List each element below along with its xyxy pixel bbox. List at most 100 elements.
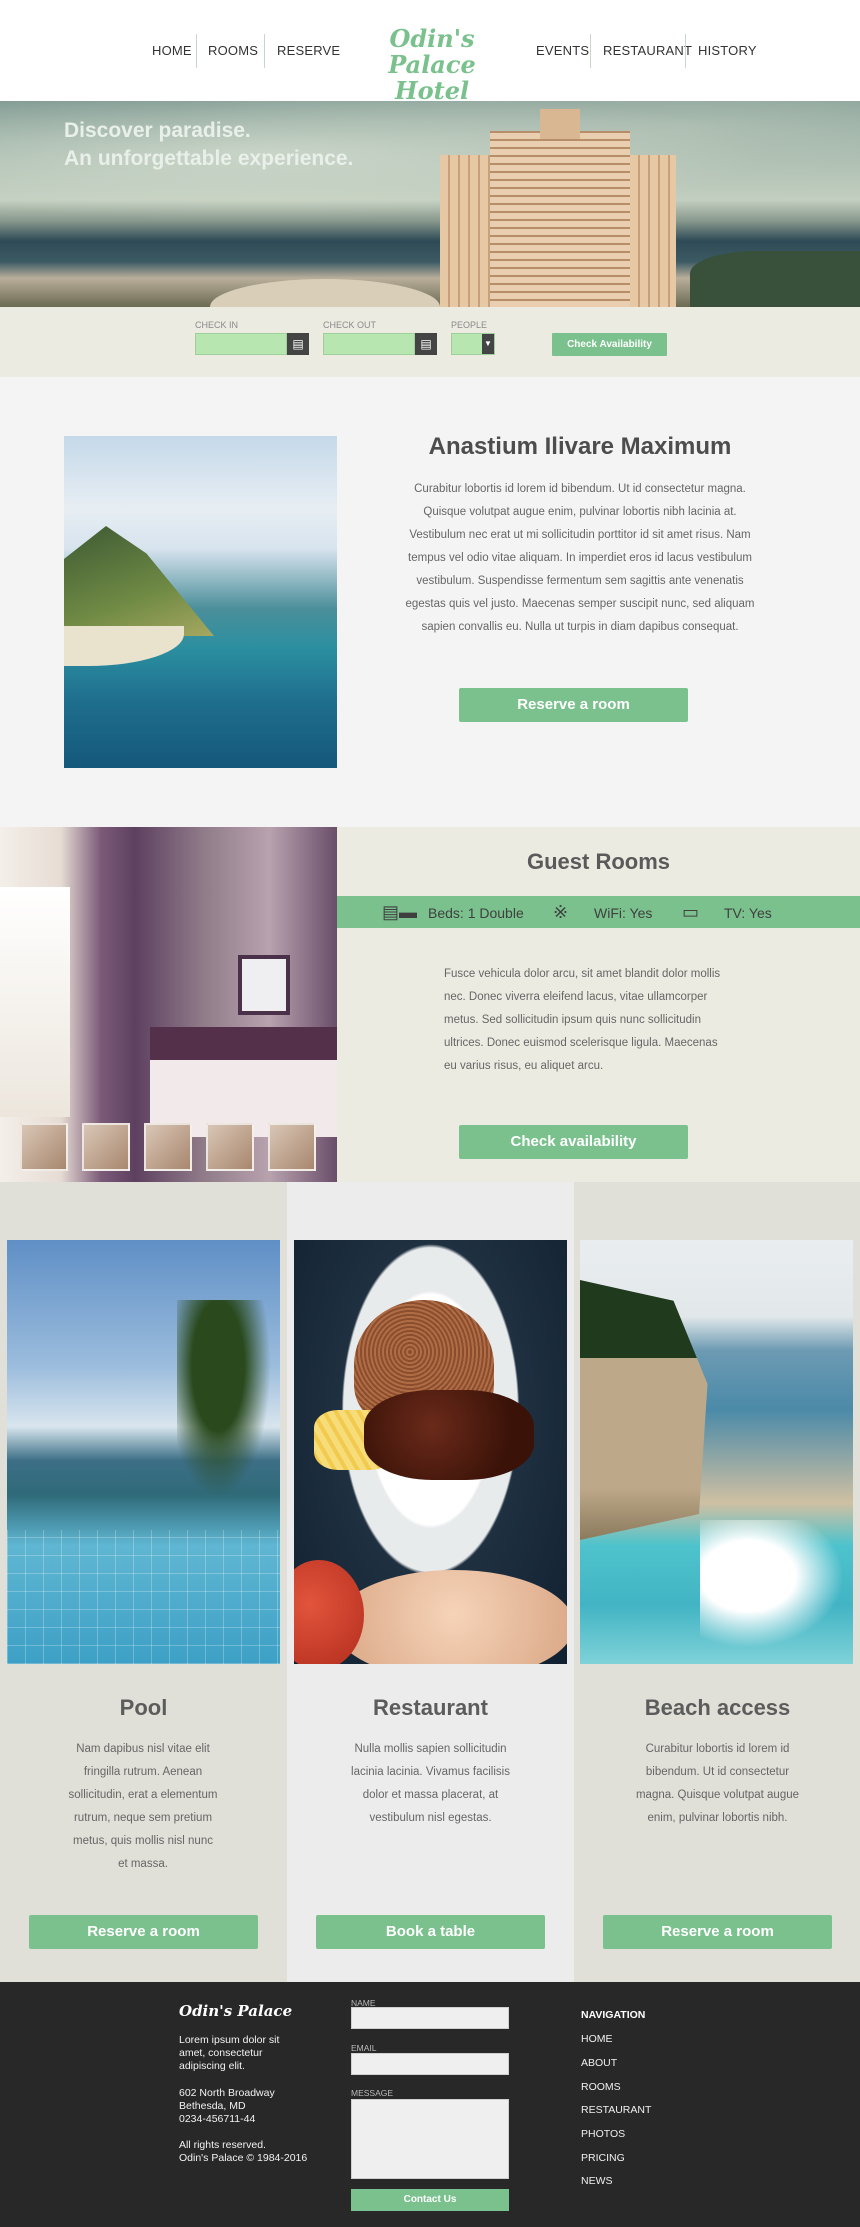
footer-about-line: Lorem ipsum dolor sit <box>179 2034 280 2046</box>
footer-address: 602 North Broadway Bethesda, MD 0234-456… <box>179 2087 275 2126</box>
hero-line-2: An unforgettable experience. <box>64 147 354 170</box>
footer-address-line: 602 North Broadway <box>179 2087 275 2099</box>
photo-tomato <box>294 1560 364 1664</box>
restaurant-column: Restaurant Nulla mollis sapien sollicitu… <box>287 1182 574 1982</box>
calendar-icon[interactable]: ▤ <box>415 333 437 355</box>
nav-home[interactable]: HOME <box>152 34 192 68</box>
restaurant-text: Nulla mollis sapien sollicitudin lacinia… <box>351 1743 510 1824</box>
check-availability-room-button[interactable]: Check availability <box>459 1125 688 1159</box>
room-photo <box>0 827 337 1182</box>
room-thumbnail[interactable] <box>82 1123 130 1171</box>
nav-restaurant[interactable]: RESTAURANT <box>603 34 692 68</box>
room-artwork <box>238 955 290 1015</box>
tower-top <box>540 109 580 139</box>
pool-text: Nam dapibus nisl vitae elit fringilla ru… <box>68 1743 218 1870</box>
book-table-button[interactable]: Book a table <box>316 1915 545 1949</box>
hero-beach <box>210 279 440 307</box>
nav-divider <box>196 34 197 68</box>
photo-tree <box>177 1300 280 1520</box>
room-window <box>0 887 70 1117</box>
restaurant-title: Restaurant <box>373 1695 488 1720</box>
amenity-bar: ▤▬ Beds: 1 Double ※ WiFi: Yes ▭ TV: Yes <box>337 896 860 928</box>
room-bed <box>150 1027 337 1137</box>
hero-island <box>690 251 860 307</box>
footer: Odin's Palace Lorem ipsum dolor sit amet… <box>0 1982 860 2227</box>
nav-reserve[interactable]: RESERVE <box>277 34 340 68</box>
photo-cliff <box>580 1280 708 1540</box>
room-thumbnails <box>20 1123 320 1171</box>
photo-waves <box>700 1520 853 1660</box>
check-availability-button[interactable]: Check Availability <box>552 333 667 356</box>
bed-icon: ▤▬ <box>382 902 418 922</box>
footer-nav-pricing[interactable]: PRICING <box>581 2152 625 2164</box>
photo-hand <box>334 1570 567 1664</box>
footer-copyright: All rights reserved. Odin's Palace © 198… <box>179 2139 307 2165</box>
check-out-label: CHECK OUT <box>323 320 377 330</box>
nav-divider <box>685 34 686 68</box>
footer-nav-news[interactable]: NEWS <box>581 2175 613 2187</box>
footer-nav-about[interactable]: ABOUT <box>581 2057 617 2069</box>
pool-column: Pool Nam dapibus nisl vitae elit fringil… <box>0 1182 287 1982</box>
rooms-text: Fusce vehicula dolor arcu, sit amet blan… <box>444 968 721 1072</box>
beach-column: Beach access Curabitur lobortis id lorem… <box>574 1182 860 1982</box>
nav-events[interactable]: EVENTS <box>536 34 589 68</box>
footer-about-line: amet, consectetur <box>179 2047 263 2059</box>
people-label: PEOPLE <box>451 320 488 330</box>
message-label: MESSAGE <box>351 2088 394 2098</box>
check-out-input[interactable] <box>323 333 415 355</box>
pool-reserve-button[interactable]: Reserve a room <box>29 1915 258 1949</box>
email-input[interactable] <box>351 2053 509 2075</box>
about-section: Anastium Ilivare Maximum Curabitur lobor… <box>0 377 860 827</box>
room-thumbnail[interactable] <box>20 1123 68 1171</box>
message-textarea[interactable] <box>351 2099 509 2179</box>
room-thumbnail[interactable] <box>206 1123 254 1171</box>
email-label: EMAIL <box>351 2043 377 2053</box>
rooms-title: Guest Rooms <box>526 849 671 874</box>
nav-divider <box>590 34 591 68</box>
contact-us-button[interactable]: Contact Us <box>351 2189 509 2211</box>
dropdown-arrow-icon: ▼ <box>482 334 494 354</box>
footer-about-line: adipiscing elit. <box>179 2060 245 2072</box>
calendar-icon[interactable]: ▤ <box>287 333 309 355</box>
hero-banner: Discover paradise. An unforgettable expe… <box>0 101 860 307</box>
beach-photo <box>580 1240 853 1664</box>
room-thumbnail[interactable] <box>144 1123 192 1171</box>
tower-main <box>490 131 630 307</box>
tv-amenity: TV: Yes <box>724 905 772 921</box>
wifi-amenity: WiFi: Yes <box>594 905 653 921</box>
top-navigation: HOME ROOMS RESERVE Odin's Palace Hotel E… <box>0 0 860 104</box>
nav-divider <box>264 34 265 68</box>
restaurant-photo <box>294 1240 567 1664</box>
page: HOME ROOMS RESERVE Odin's Palace Hotel E… <box>0 0 860 2227</box>
photo-mountain <box>64 526 214 636</box>
beach-title: Beach access <box>644 1695 791 1720</box>
nav-history[interactable]: HISTORY <box>698 34 757 68</box>
name-input[interactable] <box>351 2007 509 2029</box>
footer-nav-restaurant[interactable]: RESTAURANT <box>581 2104 651 2116</box>
check-in-label: CHECK IN <box>195 320 239 330</box>
people-select[interactable]: ▼ <box>451 333 495 355</box>
footer-about: Lorem ipsum dolor sit amet, consectetur … <box>179 2034 279 2073</box>
footer-address-line: Bethesda, MD <box>179 2100 246 2112</box>
coastline-photo <box>64 436 337 768</box>
about-text: Curabitur lobortis id lorem id bibendum.… <box>405 483 755 633</box>
footer-nav-rooms[interactable]: ROOMS <box>581 2081 621 2093</box>
about-title: Anastium Ilivare Maximum <box>428 433 732 460</box>
nav-rooms[interactable]: ROOMS <box>208 34 258 68</box>
room-thumbnail[interactable] <box>268 1123 316 1171</box>
check-in-input[interactable] <box>195 333 287 355</box>
footer-rights-line: Odin's Palace © 1984-2016 <box>179 2152 308 2164</box>
photo-pool-tiles <box>7 1530 280 1664</box>
features-section: Pool Nam dapibus nisl vitae elit fringil… <box>0 1182 860 1982</box>
footer-rights-line: All rights reserved. <box>179 2139 266 2151</box>
footer-nav-home[interactable]: HOME <box>581 2033 613 2045</box>
hotel-tower-image <box>430 109 686 307</box>
photo-sand <box>64 626 184 666</box>
footer-nav-photos[interactable]: PHOTOS <box>581 2128 625 2140</box>
footer-logo[interactable]: Odin's Palace <box>179 2002 292 2020</box>
reserve-room-button[interactable]: Reserve a room <box>459 688 688 722</box>
hotel-logo[interactable]: Odin's Palace Hotel <box>360 26 504 104</box>
footer-phone: 0234-456711-44 <box>179 2113 256 2125</box>
pool-title: Pool <box>119 1695 168 1720</box>
beach-reserve-button[interactable]: Reserve a room <box>603 1915 832 1949</box>
